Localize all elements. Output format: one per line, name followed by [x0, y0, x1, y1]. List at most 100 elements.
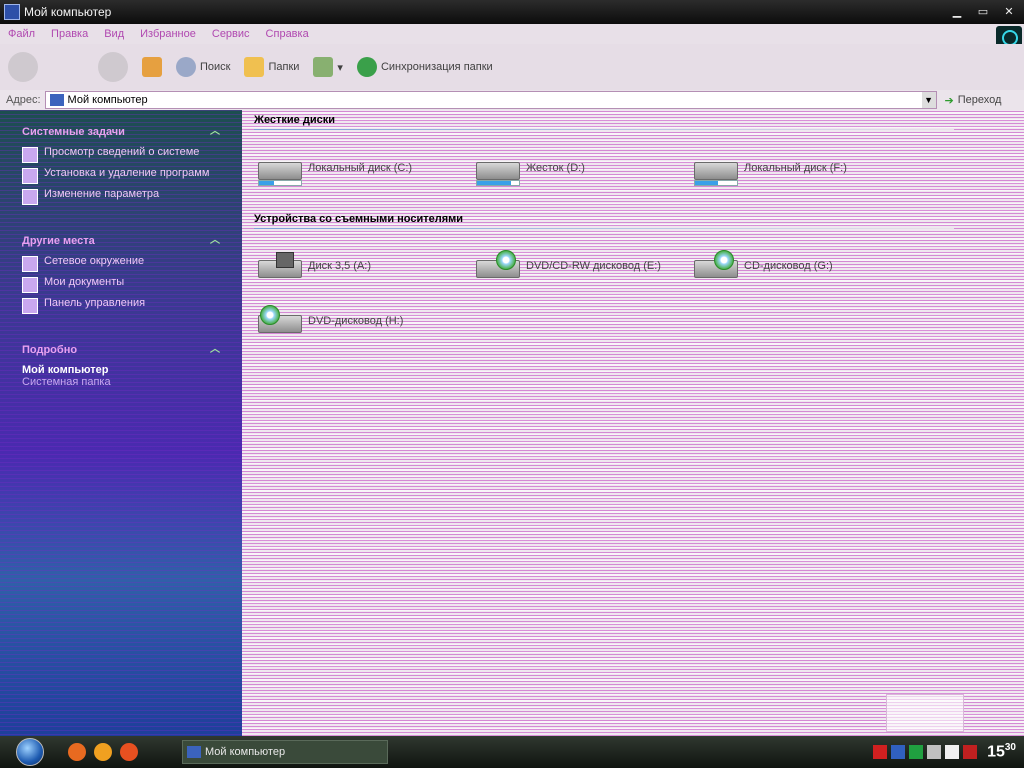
antivirus-icon[interactable] — [873, 745, 888, 759]
drive-label: CD-дисковод (G:) — [744, 260, 833, 272]
go-button[interactable]: ➔ Переход — [945, 94, 1002, 107]
drive-label: Локальный диск (C:) — [308, 162, 413, 174]
place-label: Мои документы — [44, 276, 125, 288]
menu-tools[interactable]: Сервис — [204, 28, 258, 40]
content-pane: Жесткие диски Локальный диск (C:) Жесток… — [242, 110, 1024, 736]
menu-help[interactable]: Справка — [258, 28, 317, 40]
menu-file[interactable]: Файл — [0, 28, 43, 40]
app-icon[interactable] — [120, 743, 138, 761]
network-icon[interactable] — [891, 745, 906, 759]
floppy-drive-icon — [256, 250, 302, 282]
sync-button[interactable]: Синхронизация папки — [356, 57, 493, 77]
drive-h[interactable]: DVD-дисковод (H:) — [256, 305, 403, 337]
details-header[interactable]: Подробно ︿ — [22, 340, 242, 360]
collapse-icon[interactable]: ︿ — [210, 340, 220, 360]
sync-label: Синхронизация папки — [380, 61, 493, 73]
back-button[interactable] — [8, 52, 38, 82]
drive-label: DVD/CD-RW дисковод (E:) — [526, 260, 661, 272]
control-panel-icon — [22, 298, 38, 314]
details-item-subtitle: Системная папка — [22, 376, 111, 388]
drive-label: DVD-дисковод (H:) — [308, 315, 404, 327]
removable-header: Устройства со съемными носителями — [254, 213, 464, 225]
taskbar-window-label: Мой компьютер — [205, 746, 286, 758]
clock[interactable]: 1530 — [987, 742, 1016, 761]
close-button[interactable]: ✕ — [998, 3, 1020, 21]
control-panel-icon — [22, 189, 38, 205]
other-places-header[interactable]: Другие места ︿ — [22, 231, 242, 251]
details-item-title: Мой компьютер — [22, 364, 109, 376]
up-button[interactable] — [142, 57, 162, 77]
search-label: Поиск — [200, 61, 231, 73]
details-group: Подробно ︿ Мой компьютер Системная папка — [0, 340, 242, 388]
hard-drives-header: Жесткие диски — [254, 114, 335, 126]
system-tray: 1530 — [873, 736, 1024, 768]
views-button[interactable]: ▾ — [313, 57, 343, 77]
forward-button[interactable] — [98, 52, 128, 82]
sync-icon — [356, 57, 377, 77]
address-input[interactable]: Мой компьютер ▼ — [44, 91, 937, 109]
system-tasks-title: Системные задачи — [22, 126, 125, 138]
flag-icon[interactable] — [963, 745, 978, 759]
drive-label: Диск 3,5 (A:) — [308, 260, 372, 272]
drive-a[interactable]: Диск 3,5 (A:) — [256, 250, 371, 282]
task-view-system-info[interactable]: Просмотр сведений о системе — [22, 146, 242, 163]
documents-icon — [22, 277, 38, 293]
place-label: Сетевое окружение — [44, 255, 145, 267]
windows-orb-icon — [16, 738, 44, 766]
window-title: Мой компьютер — [24, 5, 112, 19]
other-places-group: Другие места ︿ Сетевое окружение Мои док… — [0, 231, 242, 314]
drive-label: Жесток (D:) — [526, 162, 585, 174]
drive-e[interactable]: DVD/CD-RW дисковод (E:) — [474, 250, 661, 282]
other-places-title: Другие места — [22, 235, 95, 247]
place-label: Панель управления — [44, 297, 146, 309]
start-button[interactable] — [0, 737, 60, 767]
drive-g[interactable]: CD-дисковод (G:) — [692, 250, 833, 282]
menu-edit[interactable]: Правка — [43, 28, 96, 40]
drive-f[interactable]: Локальный диск (F:) — [692, 152, 847, 186]
update-icon[interactable] — [909, 745, 924, 759]
menu-favorites[interactable]: Избранное — [132, 28, 204, 40]
computer-icon — [49, 94, 64, 106]
task-pane: Системные задачи ︿ Просмотр сведений о с… — [0, 110, 242, 736]
hard-drive-icon — [692, 152, 738, 186]
taskbar: Мой компьютер 1530 — [0, 736, 1024, 768]
task-label: Установка и удаление программ — [44, 167, 210, 179]
taskbar-window-button[interactable]: Мой компьютер — [182, 740, 388, 764]
place-network[interactable]: Сетевое окружение — [22, 255, 242, 272]
task-label: Изменение параметра — [44, 188, 160, 200]
hard-drive-icon — [474, 152, 520, 186]
folder-up-icon — [142, 57, 162, 77]
task-change-setting[interactable]: Изменение параметра — [22, 188, 242, 205]
go-label: Переход — [957, 94, 1002, 106]
dvd-drive-icon — [474, 250, 520, 282]
title-bar: Мой компьютер ▁ ▭ ✕ — [0, 0, 1024, 24]
minimize-button[interactable]: ▁ — [946, 3, 968, 21]
place-my-documents[interactable]: Мои документы — [22, 276, 242, 293]
task-label: Просмотр сведений о системе — [44, 146, 200, 158]
place-control-panel[interactable]: Панель управления — [22, 297, 242, 314]
go-arrow-icon: ➔ — [944, 94, 954, 107]
floating-widget — [886, 694, 964, 732]
browser-icon[interactable] — [94, 743, 112, 761]
maximize-button[interactable]: ▭ — [972, 3, 994, 21]
cd-drive-icon — [692, 250, 738, 282]
collapse-icon[interactable]: ︿ — [210, 122, 220, 142]
chevron-down-icon: ▾ — [337, 61, 343, 74]
collapse-icon[interactable]: ︿ — [210, 231, 220, 251]
dvd-drive-icon — [256, 305, 302, 337]
folders-button[interactable]: Папки — [244, 57, 299, 77]
details-title: Подробно — [22, 344, 78, 356]
section-divider — [254, 228, 954, 229]
menu-view[interactable]: Вид — [96, 28, 132, 40]
drive-c[interactable]: Локальный диск (C:) — [256, 152, 413, 186]
volume-icon[interactable] — [927, 745, 942, 759]
language-icon[interactable] — [945, 745, 960, 759]
computer-icon — [187, 746, 201, 758]
drive-d[interactable]: Жесток (D:) — [474, 152, 585, 186]
search-button[interactable]: Поиск — [176, 57, 230, 77]
address-dropdown-icon[interactable]: ▼ — [921, 92, 936, 108]
views-icon — [313, 57, 334, 77]
firefox-icon[interactable] — [68, 743, 86, 761]
task-add-remove-programs[interactable]: Установка и удаление программ — [22, 167, 242, 184]
system-tasks-header[interactable]: Системные задачи ︿ — [22, 122, 242, 142]
